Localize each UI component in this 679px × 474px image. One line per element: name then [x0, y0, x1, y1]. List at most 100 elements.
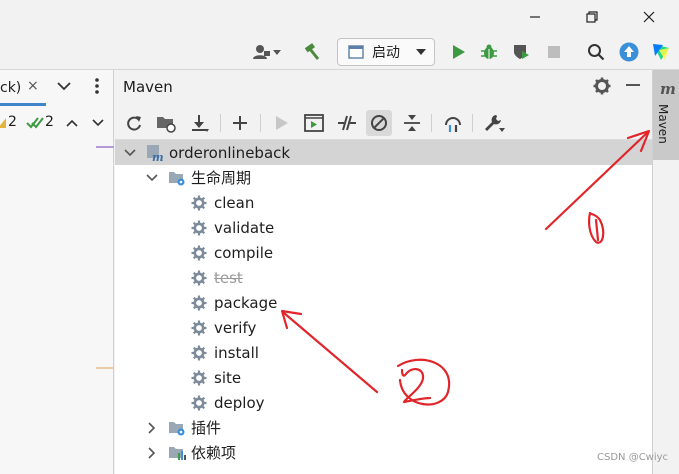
- build-button[interactable]: [300, 40, 324, 64]
- close-window-button[interactable]: [627, 0, 671, 34]
- more-options-button[interactable]: [94, 78, 100, 98]
- dependency-analyzer-icon: [445, 117, 461, 132]
- lifecycle-phase-site[interactable]: site: [115, 365, 652, 390]
- shield-run-icon: [514, 45, 529, 59]
- window-icon: [348, 45, 364, 59]
- toggle-offline-button[interactable]: [334, 110, 360, 136]
- search-button[interactable]: [584, 40, 608, 64]
- chevron-down-icon[interactable]: [92, 119, 104, 127]
- maven-settings-wrench-button[interactable]: [481, 110, 507, 136]
- folder-refresh-icon: [157, 117, 176, 133]
- more-vertical-icon: [95, 78, 99, 94]
- collapse-all-icon: [404, 115, 420, 131]
- generate-sources-button[interactable]: [153, 110, 179, 136]
- toolbox-button[interactable]: [649, 40, 673, 64]
- warning-icon: [0, 118, 6, 128]
- watermark-text: CSDN @Cwiyc: [597, 452, 669, 463]
- project-name: orderonlineback: [169, 143, 291, 162]
- maven-header: Maven: [115, 70, 652, 106]
- collapse-all-button[interactable]: [399, 110, 425, 136]
- lifecycle-phase-test[interactable]: test: [115, 265, 652, 290]
- stop-button[interactable]: [542, 40, 566, 64]
- toolbar-separator: [220, 114, 221, 132]
- play-icon: [276, 116, 288, 130]
- double-check-icon: [26, 117, 44, 129]
- dependencies-label: 依赖项: [191, 444, 237, 462]
- gear-icon: [190, 369, 208, 387]
- execute-goal-button[interactable]: [301, 110, 327, 136]
- gear-icon: [190, 194, 208, 212]
- chevron-up-icon[interactable]: [66, 119, 78, 127]
- user-icon: [253, 45, 281, 59]
- maven-logo-icon: m: [660, 80, 676, 98]
- tree-node-plugins[interactable]: 插件: [115, 415, 652, 440]
- gear-icon: [190, 294, 208, 312]
- plugins-label: 插件: [191, 419, 222, 437]
- warning-count: 2: [8, 114, 17, 130]
- plus-icon: [233, 116, 247, 130]
- lifecycle-phase-clean[interactable]: clean: [115, 190, 652, 215]
- minimize-icon: [530, 16, 540, 18]
- maven-hide-button[interactable]: [625, 77, 641, 97]
- maven-settings-button[interactable]: [593, 77, 611, 99]
- phase-label: clean: [214, 193, 255, 212]
- update-button[interactable]: [617, 40, 641, 64]
- tree-node-lifecycle[interactable]: 生命周期: [115, 165, 652, 190]
- tree-node-dependencies[interactable]: 依赖项: [115, 440, 652, 465]
- download-icon: [192, 115, 209, 132]
- tab-close-button[interactable]: ×: [27, 78, 39, 94]
- title-bar: [0, 0, 679, 34]
- chevron-right-icon[interactable]: [145, 421, 159, 435]
- stop-icon: [548, 46, 560, 58]
- reload-projects-button[interactable]: [121, 110, 147, 136]
- gear-icon: [190, 244, 208, 262]
- main-toolbar: 启动: [0, 34, 679, 70]
- maven-project-tree: m orderonlineback 生命周期 clean validate comp…: [115, 140, 652, 474]
- maven-project-icon: m: [146, 144, 164, 162]
- lifecycle-phase-verify[interactable]: verify: [115, 315, 652, 340]
- chevron-down-icon[interactable]: [123, 146, 137, 160]
- add-project-button[interactable]: [227, 110, 253, 136]
- minimize-window-button[interactable]: [513, 0, 557, 34]
- tree-node-project[interactable]: m orderonlineback: [115, 140, 652, 165]
- run-configuration-select[interactable]: 启动: [337, 38, 435, 66]
- download-sources-button[interactable]: [187, 110, 213, 136]
- lifecycle-phase-compile[interactable]: compile: [115, 240, 652, 265]
- run-button[interactable]: [447, 40, 471, 64]
- right-tool-strip: m Maven: [652, 70, 679, 474]
- editor-tab[interactable]: ck): [0, 76, 46, 106]
- inspection-status: 2 2: [0, 112, 114, 136]
- skip-tests-toggle[interactable]: [366, 110, 392, 136]
- run-configuration-label: 启动: [372, 45, 400, 61]
- run-goal-button[interactable]: [269, 110, 295, 136]
- maven-title: Maven: [123, 78, 173, 96]
- lifecycle-phase-deploy[interactable]: deploy: [115, 390, 652, 415]
- restore-window-button[interactable]: [570, 0, 614, 34]
- coverage-button[interactable]: [509, 40, 533, 64]
- toolbar-separator: [472, 114, 473, 132]
- show-diagram-button[interactable]: [440, 110, 466, 136]
- lifecycle-phase-package[interactable]: package: [115, 290, 652, 315]
- minimize-icon: [626, 84, 640, 86]
- maven-side-tab[interactable]: m Maven: [653, 70, 679, 160]
- maven-side-tab-label: Maven: [656, 104, 670, 144]
- tab-list-button[interactable]: [57, 79, 71, 95]
- maven-toolbar: [115, 106, 652, 140]
- chevron-down-icon: [416, 49, 426, 55]
- plugins-folder-icon: [168, 419, 186, 437]
- debug-button[interactable]: [477, 40, 501, 64]
- lifecycle-phase-validate[interactable]: validate: [115, 215, 652, 240]
- restore-icon: [586, 11, 598, 23]
- toolbar-separator: [260, 114, 261, 132]
- search-icon: [588, 44, 605, 61]
- account-button[interactable]: [248, 40, 284, 64]
- toolbar-separator: [431, 114, 432, 132]
- chevron-down-icon[interactable]: [145, 171, 159, 185]
- gear-icon: [190, 319, 208, 337]
- bug-icon: [481, 44, 497, 59]
- editor-tab-label: ck): [0, 80, 22, 96]
- chevron-right-icon[interactable]: [145, 446, 159, 460]
- lifecycle-phase-install[interactable]: install: [115, 340, 652, 365]
- offline-icon: [338, 115, 356, 131]
- wrench-icon: [485, 115, 505, 132]
